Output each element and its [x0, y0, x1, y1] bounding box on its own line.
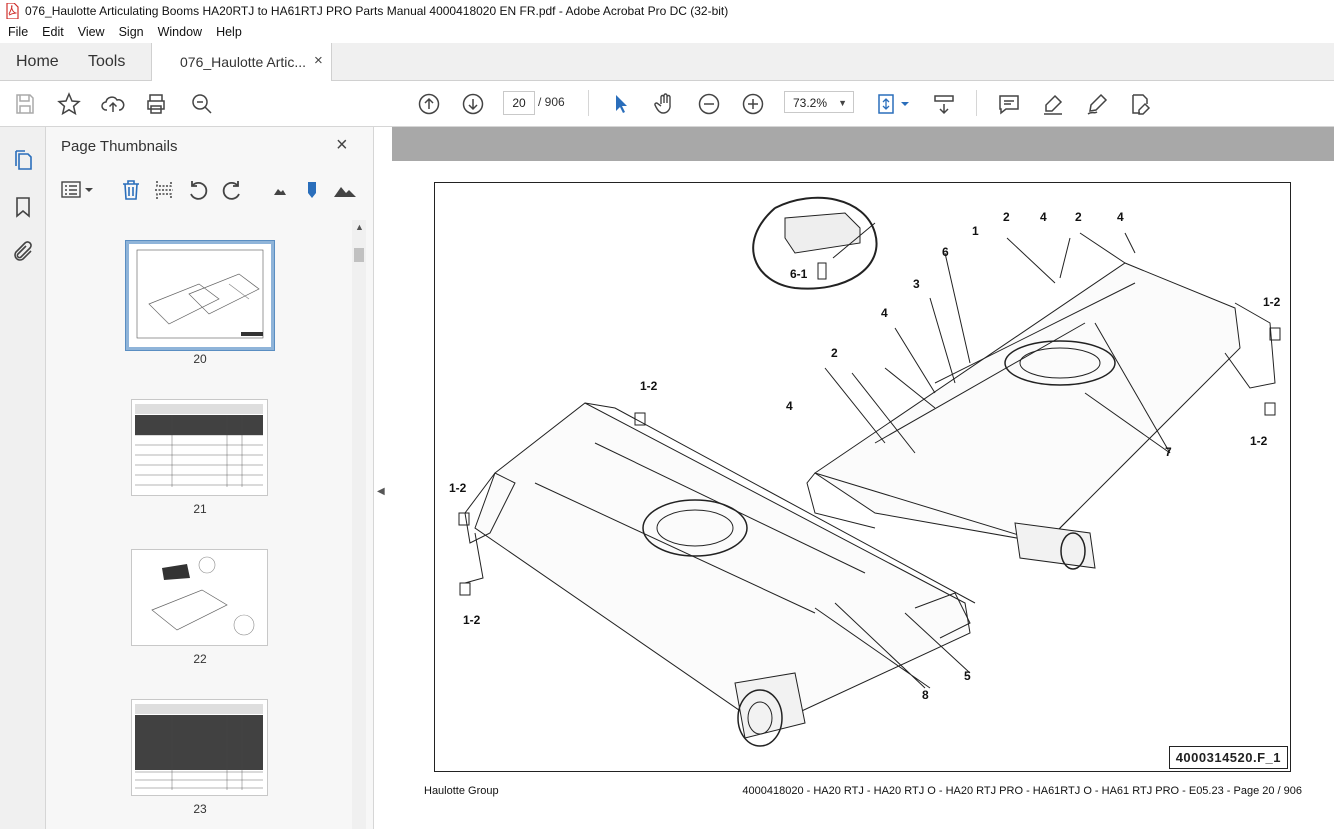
save-icon[interactable]	[12, 91, 38, 117]
pdf-page: 2 4 2 4 1 6 6-1 3 4 1-2 2 4 1-2 1-2 7 1-…	[392, 161, 1334, 829]
chassis-drawing-svg	[458, 196, 1281, 747]
menu-file[interactable]: File	[0, 25, 34, 39]
thumbnail-panel: Page Thumbnails × 20 21 22 23 ▲	[46, 127, 374, 829]
callout-label: 5	[964, 669, 971, 683]
footer-company: Haulotte Group	[424, 785, 499, 797]
bookmark-star-icon[interactable]	[56, 91, 82, 117]
comment-icon[interactable]	[996, 91, 1022, 117]
toolbar-separator	[588, 90, 589, 116]
thumbnail-page[interactable]	[131, 549, 268, 646]
drawing-reference: 4000314520.F_1	[1168, 746, 1288, 769]
callout-label: 1-2	[449, 481, 467, 495]
menu-help[interactable]: Help	[208, 25, 248, 39]
callout-label: 6	[942, 245, 949, 259]
callout-label: 4	[1040, 210, 1047, 224]
attachments-icon[interactable]	[10, 239, 36, 265]
page-number-input[interactable]: 20	[503, 91, 535, 115]
page-total-label: / 906	[538, 95, 565, 109]
callout-label: 1-2	[1263, 295, 1281, 309]
search-zoom-icon[interactable]	[189, 91, 215, 117]
thumbnail-page-number: 20	[193, 352, 207, 366]
thumbnail-scrollbar[interactable]: ▲	[352, 220, 366, 829]
title-bar: 076_Haulotte Articulating Booms HA20RTJ …	[0, 0, 1334, 22]
collapse-panel-icon[interactable]: ◀	[377, 486, 385, 497]
left-rail	[0, 127, 46, 829]
callout-label: 1-2	[640, 379, 658, 393]
tab-bar: Home Tools 076_Haulotte Artic... ×	[0, 43, 1334, 81]
toolbar-separator	[976, 90, 977, 116]
callout-label: 1	[972, 224, 979, 238]
callout-label: 4	[881, 306, 888, 320]
menu-sign[interactable]: Sign	[111, 25, 150, 39]
scroll-mode-icon[interactable]	[931, 91, 957, 117]
thumbnail-size-slider-icon[interactable]	[300, 178, 324, 202]
footer-reference: 4000418020 - HA20 RTJ - HA20 RTJ O - HA2…	[742, 785, 1302, 797]
thumbnail-small-icon[interactable]	[268, 178, 292, 202]
delete-page-icon[interactable]	[119, 178, 143, 202]
thumbnail-toolbar	[46, 173, 373, 207]
menu-edit[interactable]: Edit	[34, 25, 70, 39]
upload-cloud-icon[interactable]	[100, 91, 126, 117]
hand-tool-icon[interactable]	[652, 91, 678, 117]
extract-page-icon[interactable]	[152, 178, 176, 202]
zoom-out-icon[interactable]	[696, 91, 722, 117]
rotate-right-icon[interactable]	[220, 178, 244, 202]
edit-pdf-icon[interactable]	[1127, 91, 1153, 117]
thumbnail-list: 20 21 22 23	[46, 227, 352, 829]
thumbnail-page[interactable]	[131, 699, 268, 796]
thumbnail-page-number: 23	[193, 802, 207, 816]
previous-page-icon[interactable]	[416, 91, 442, 117]
callout-label: 2	[1003, 210, 1010, 224]
thumbnail-page[interactable]	[126, 241, 274, 350]
menu-bar: File Edit View Sign Window Help	[0, 22, 1334, 42]
highlight-pen-icon[interactable]	[1040, 91, 1066, 117]
zoom-value: 73.2%	[793, 96, 828, 110]
tab-document[interactable]: 076_Haulotte Artic... ×	[151, 43, 332, 81]
callout-label: 3	[913, 277, 920, 291]
print-icon[interactable]	[143, 91, 169, 117]
window-title: 076_Haulotte Articulating Booms HA20RTJ …	[25, 4, 729, 18]
thumbnail-page[interactable]	[131, 399, 268, 496]
callout-label: 2	[831, 346, 838, 360]
thumbnail-page-number: 22	[193, 652, 207, 666]
draw-sign-icon[interactable]	[1084, 91, 1110, 117]
next-page-icon[interactable]	[460, 91, 486, 117]
options-menu-icon[interactable]	[60, 178, 94, 202]
document-view[interactable]: 2 4 2 4 1 6 6-1 3 4 1-2 2 4 1-2 1-2 7 1-…	[392, 127, 1334, 829]
tab-close-icon[interactable]: ×	[314, 52, 323, 69]
callout-label: 4	[786, 399, 793, 413]
thumbnail-page-number: 21	[193, 502, 207, 516]
chevron-down-icon: ▼	[838, 98, 847, 108]
scroll-up-icon[interactable]: ▲	[355, 222, 364, 232]
menu-view[interactable]: View	[70, 25, 111, 39]
callout-label: 8	[922, 688, 929, 702]
fit-page-icon[interactable]	[874, 91, 912, 117]
callout-label: 6-1	[790, 267, 808, 281]
callout-label: 7	[1165, 445, 1172, 459]
select-cursor-icon[interactable]	[608, 91, 634, 117]
tab-tools[interactable]: Tools	[88, 53, 125, 71]
tab-document-label: 076_Haulotte Artic...	[180, 54, 307, 70]
bookmarks-icon[interactable]	[10, 194, 36, 220]
callout-label: 1-2	[1250, 434, 1268, 448]
page-thumbnails-icon[interactable]	[10, 147, 36, 173]
zoom-in-icon[interactable]	[740, 91, 766, 117]
acrobat-icon	[6, 3, 19, 19]
callout-label: 2	[1075, 210, 1082, 224]
thumbnail-large-icon[interactable]	[333, 178, 357, 202]
callout-label: 1-2	[463, 613, 481, 627]
parts-drawing: 2 4 2 4 1 6 6-1 3 4 1-2 2 4 1-2 1-2 7 1-…	[434, 182, 1291, 772]
zoom-level-select[interactable]: 73.2% ▼	[784, 91, 854, 113]
toolbar	[0, 81, 1334, 127]
callout-label: 4	[1117, 210, 1124, 224]
panel-close-icon[interactable]: ×	[336, 134, 348, 157]
tab-home[interactable]: Home	[16, 53, 59, 71]
scrollbar-thumb[interactable]	[354, 248, 364, 262]
panel-title: Page Thumbnails	[61, 138, 178, 155]
rotate-left-icon[interactable]	[186, 178, 210, 202]
menu-window[interactable]: Window	[150, 25, 208, 39]
